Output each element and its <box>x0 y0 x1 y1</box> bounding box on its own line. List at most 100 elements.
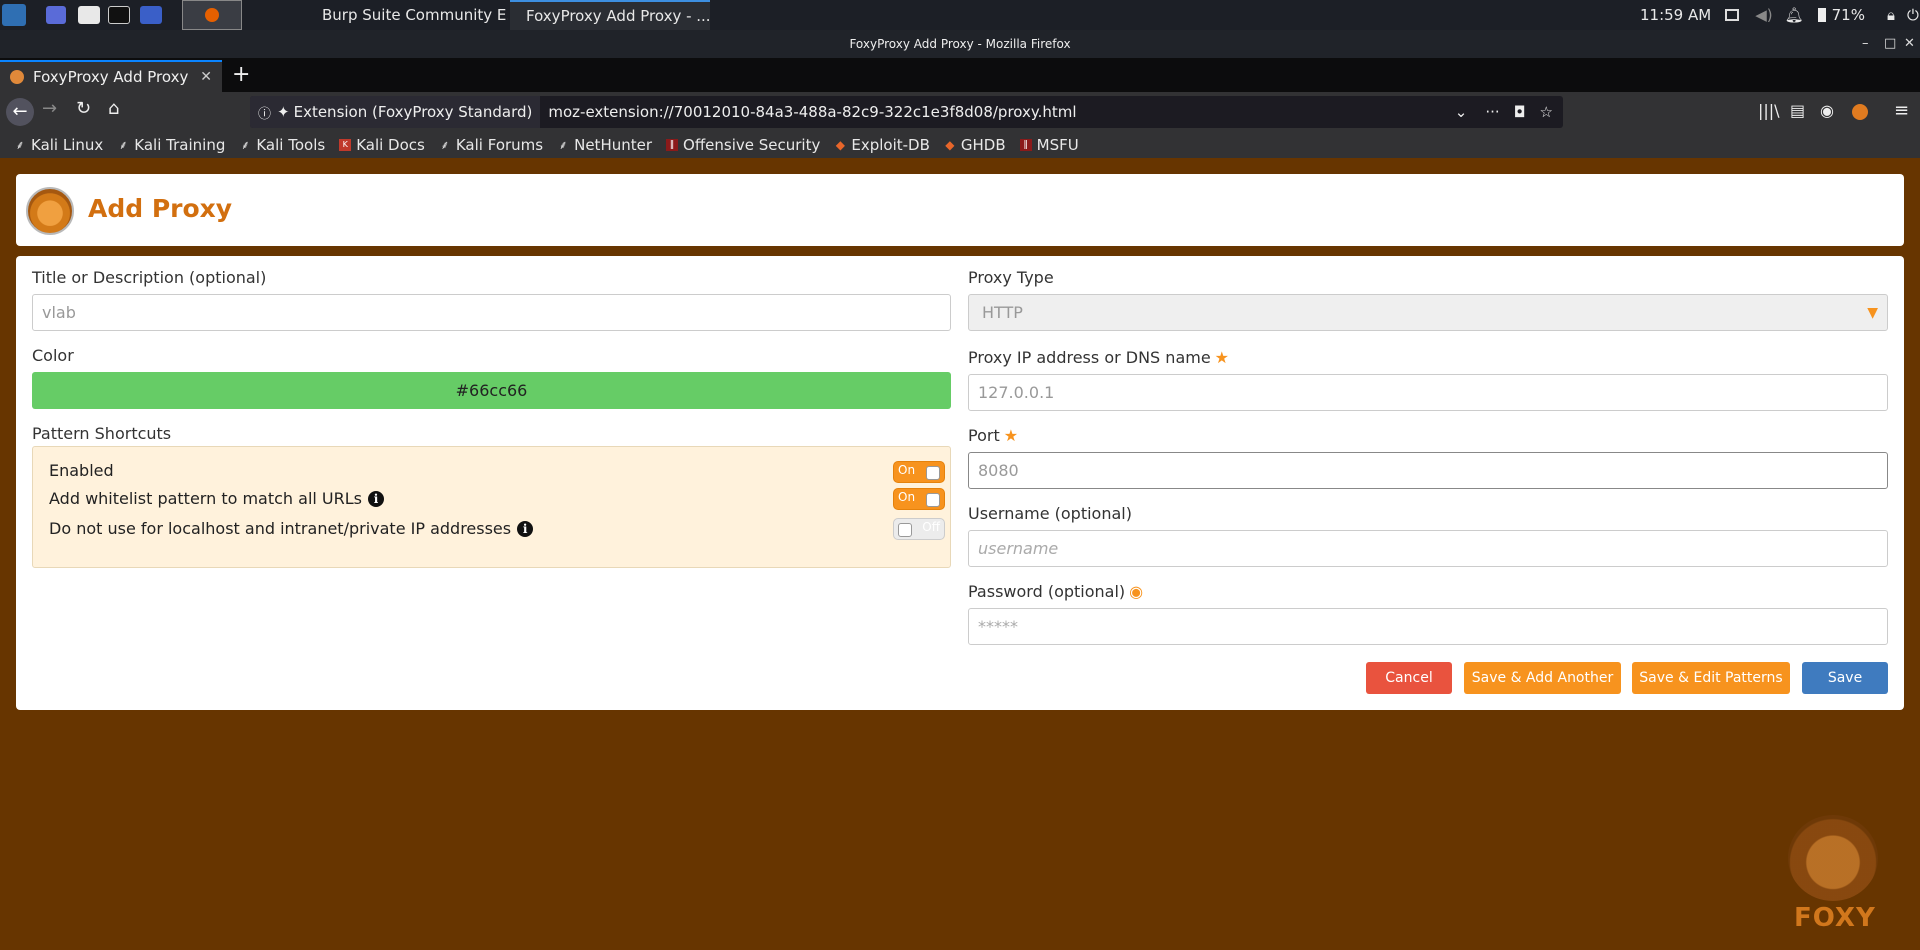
url-text[interactable]: moz-extension://70012010-84a3-488a-82c9-… <box>548 103 1454 121</box>
battery-icon[interactable] <box>1817 8 1826 22</box>
info-icon: ⓘ <box>258 106 272 122</box>
toggle-knob <box>898 523 912 537</box>
color-label: Color <box>32 346 74 365</box>
proxy-type-label: Proxy Type <box>968 268 1054 287</box>
ghdb-icon: ◆ <box>945 138 955 152</box>
bookmark-kali-docs[interactable]: K Kali Docs <box>339 136 425 154</box>
bookmark-kali-linux[interactable]: ⸙ Kali Linux <box>14 136 103 154</box>
bookmark-ghdb[interactable]: ◆ GHDB <box>944 136 1005 154</box>
localhost-toggle[interactable]: Off <box>893 518 945 540</box>
bookmark-kali-forums[interactable]: ⸙ Kali Forums <box>439 136 543 154</box>
proxy-form: Title or Description (optional) vlab Col… <box>16 256 1904 710</box>
file-manager-icon[interactable] <box>78 6 100 24</box>
maximize-icon[interactable]: □ <box>1884 30 1896 58</box>
chevron-down-icon[interactable]: ⌄ <box>1455 103 1468 121</box>
battery-level: 71% <box>1831 6 1865 24</box>
window-titlebar: FoxyProxy Add Proxy - Mozilla Firefox – … <box>0 30 1920 58</box>
page-title: Add Proxy <box>88 194 233 223</box>
new-tab-icon[interactable]: + <box>232 62 250 87</box>
kali-icon: ⸙ <box>240 138 250 152</box>
firefox-icon <box>205 8 219 22</box>
bookmark-kali-tools[interactable]: ⸙ Kali Tools <box>239 136 325 154</box>
forward-icon[interactable]: → <box>42 98 57 119</box>
exploit-db-icon: ◆ <box>835 138 845 152</box>
menu-icon[interactable]: ≡ <box>1894 100 1909 121</box>
kali-icon: ⸙ <box>15 138 25 152</box>
sidebar-icon[interactable]: ▤ <box>1790 101 1805 120</box>
taskbar-task-burp[interactable]: Burp Suite Community E... <box>312 0 508 30</box>
bookmarks-toolbar: ⸙ Kali Linux ⸙ Kali Training ⸙ Kali Tools K… <box>0 132 1920 158</box>
proxy-ip-input[interactable]: 127.0.0.1 <box>968 374 1888 411</box>
save-button[interactable]: Save <box>1802 662 1888 694</box>
screen-recorder-icon[interactable] <box>140 6 162 24</box>
proxy-type-select[interactable]: HTTP ▼ <box>968 294 1888 331</box>
toggle-knob <box>926 493 940 507</box>
show-password-eye-icon[interactable]: ◉ <box>1129 582 1143 601</box>
required-star-icon: ★ <box>1214 348 1230 367</box>
bookmark-exploit-db[interactable]: ◆ Exploit-DB <box>834 136 930 154</box>
bookmark-kali-training[interactable]: ⸙ Kali Training <box>117 136 226 154</box>
back-icon[interactable]: ← <box>6 98 34 126</box>
pattern-shortcuts-label: Pattern Shortcuts <box>32 424 172 443</box>
kali-icon: ⸙ <box>440 138 450 152</box>
fox-head-icon <box>1788 815 1878 901</box>
whitelist-toggle[interactable]: On <box>893 488 945 510</box>
port-input[interactable]: 8080 <box>968 452 1888 489</box>
url-bar[interactable]: ⓘ ✦ Extension (FoxyProxy Standard) moz-e… <box>250 96 1563 128</box>
pocket-icon[interactable]: ◘ <box>1514 103 1526 121</box>
port-label: Port ★ <box>968 426 1019 445</box>
foxy-watermark: FOXY <box>1778 815 1888 935</box>
save-add-another-button[interactable]: Save & Add Another <box>1464 662 1621 694</box>
bookmark-offensive-security[interactable]: ‖ Offensive Security <box>666 136 820 154</box>
power-icon[interactable]: ⏻ <box>1907 6 1919 24</box>
reload-icon[interactable]: ↻ <box>76 98 91 119</box>
navigation-bar: ← → ↻ ⌂ ⓘ ✦ Extension (FoxyProxy Standar… <box>0 92 1920 132</box>
minimize-icon[interactable]: – <box>1862 30 1869 58</box>
kali-menu-icon[interactable] <box>2 4 26 26</box>
proxy-ip-label: Proxy IP address or DNS name ★ <box>968 348 1230 367</box>
foxyproxy-logo <box>26 187 74 235</box>
password-input[interactable]: ***** <box>968 608 1888 645</box>
password-label: Password (optional) ◉ <box>968 582 1144 601</box>
username-input[interactable]: username <box>968 530 1888 567</box>
info-icon[interactable]: i <box>368 490 385 507</box>
foxyproxy-toolbar-icon[interactable] <box>1852 104 1868 120</box>
foxy-text: FOXY <box>1794 903 1876 933</box>
docs-icon: K <box>339 139 352 151</box>
offsec-icon: ‖ <box>1019 139 1032 151</box>
toggle-knob <box>926 466 940 480</box>
enabled-toggle[interactable]: On <box>893 461 945 483</box>
taskbar-firefox-launcher[interactable] <box>182 0 242 30</box>
window-title: FoxyProxy Add Proxy - Mozilla Firefox <box>849 37 1071 51</box>
terminal-icon[interactable] <box>108 6 130 24</box>
save-edit-patterns-button[interactable]: Save & Edit Patterns <box>1632 662 1790 694</box>
dropdown-arrow-icon: ▼ <box>1867 304 1878 321</box>
color-picker[interactable]: #66cc66 <box>32 372 951 409</box>
taskbar: Burp Suite Community E... FoxyProxy Add … <box>0 0 1920 30</box>
lock-icon[interactable]: 🔒︎ <box>1887 6 1895 24</box>
offsec-icon: ‖ <box>666 139 679 151</box>
tab-foxyproxy[interactable]: FoxyProxy Add Proxy ✕ <box>0 60 222 92</box>
tab-bar: FoxyProxy Add Proxy ✕ + <box>0 58 1920 92</box>
bookmark-nethunter[interactable]: ⸙ NetHunter <box>557 136 652 154</box>
bookmark-msfu[interactable]: ‖ MSFU <box>1019 136 1079 154</box>
pattern-shortcuts-box: Enabled On Add whitelist pattern to matc… <box>32 446 951 568</box>
close-window-icon[interactable]: ✕ <box>1904 30 1915 58</box>
notification-icon[interactable]: 🔔︎ <box>1785 6 1804 24</box>
desktop-icon[interactable] <box>46 6 66 24</box>
nethunter-icon: ⸙ <box>558 138 568 152</box>
site-identity[interactable]: ⓘ ✦ Extension (FoxyProxy Standard) <box>250 96 541 128</box>
home-icon[interactable]: ⌂ <box>108 98 119 119</box>
display-icon[interactable] <box>1725 9 1740 21</box>
account-icon[interactable]: ◉ <box>1820 101 1834 120</box>
cancel-button[interactable]: Cancel <box>1366 662 1452 694</box>
info-icon[interactable]: i <box>517 520 534 537</box>
page-actions-icon[interactable]: ··· <box>1485 103 1499 121</box>
bookmark-star-icon[interactable]: ☆ <box>1540 103 1553 121</box>
volume-icon[interactable]: ◀) <box>1755 6 1772 24</box>
taskbar-task-foxyproxy[interactable]: FoxyProxy Add Proxy - ... <box>510 0 710 30</box>
library-icon[interactable]: |||\ <box>1758 101 1780 120</box>
foxyproxy-tab-icon <box>10 70 24 84</box>
close-tab-icon[interactable]: ✕ <box>200 69 212 85</box>
title-input[interactable]: vlab <box>32 294 951 331</box>
